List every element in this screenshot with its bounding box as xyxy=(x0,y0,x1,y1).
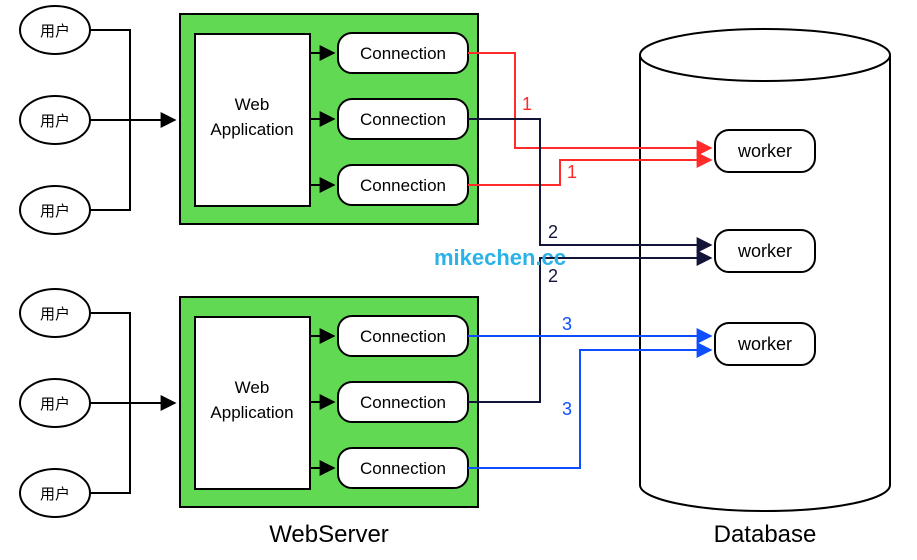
worker-node: worker xyxy=(715,130,815,172)
connection-label: Connection xyxy=(360,327,446,346)
user-label: 用户 xyxy=(40,396,70,413)
link-label: 3 xyxy=(562,399,572,419)
worker-label: worker xyxy=(737,141,792,161)
user-node: 用户 xyxy=(20,186,90,234)
watermark: mikechen.cc xyxy=(434,245,566,270)
connection-label: Connection xyxy=(360,459,446,478)
user-to-webserver-links xyxy=(90,30,175,210)
user-label: 用户 xyxy=(40,23,70,40)
connection-node: Connection xyxy=(338,33,468,73)
web-app-label: Web xyxy=(235,95,270,114)
webserver-caption: WebServer xyxy=(269,521,389,548)
connection-label: Connection xyxy=(360,393,446,412)
connection-label: Connection xyxy=(360,110,446,129)
webserver-box: Web Application Connection Connection Co… xyxy=(180,14,478,224)
database-caption: Database xyxy=(714,521,817,548)
user-node: 用户 xyxy=(20,96,90,144)
web-app-label: Application xyxy=(210,403,293,422)
user-node: 用户 xyxy=(20,289,90,337)
worker-label: worker xyxy=(737,241,792,261)
user-node: 用户 xyxy=(20,379,90,427)
user-to-webserver-links xyxy=(90,313,175,493)
connection-label: Connection xyxy=(360,44,446,63)
link-label: 3 xyxy=(562,314,572,334)
user-label: 用户 xyxy=(40,203,70,220)
worker-node: worker xyxy=(715,230,815,272)
user-label: 用户 xyxy=(40,113,70,130)
user-node: 用户 xyxy=(20,469,90,517)
connection-label: Connection xyxy=(360,176,446,195)
user-node: 用户 xyxy=(20,6,90,54)
connection-node: Connection xyxy=(338,99,468,139)
web-app-label: Application xyxy=(210,120,293,139)
webserver-box: Web Application Connection Connection Co… xyxy=(180,297,478,507)
user-label: 用户 xyxy=(40,486,70,503)
worker-label: worker xyxy=(737,334,792,354)
connection-node: Connection xyxy=(338,382,468,422)
user-label: 用户 xyxy=(40,306,70,323)
connection-node: Connection xyxy=(338,316,468,356)
web-app-label: Web xyxy=(235,378,270,397)
link-label: 2 xyxy=(548,222,558,242)
database-cylinder: worker worker worker xyxy=(640,29,890,511)
connection-node: Connection xyxy=(338,165,468,205)
link-label: 1 xyxy=(522,94,532,114)
connection-node: Connection xyxy=(338,448,468,488)
link-label: 1 xyxy=(567,162,577,182)
worker-node: worker xyxy=(715,323,815,365)
